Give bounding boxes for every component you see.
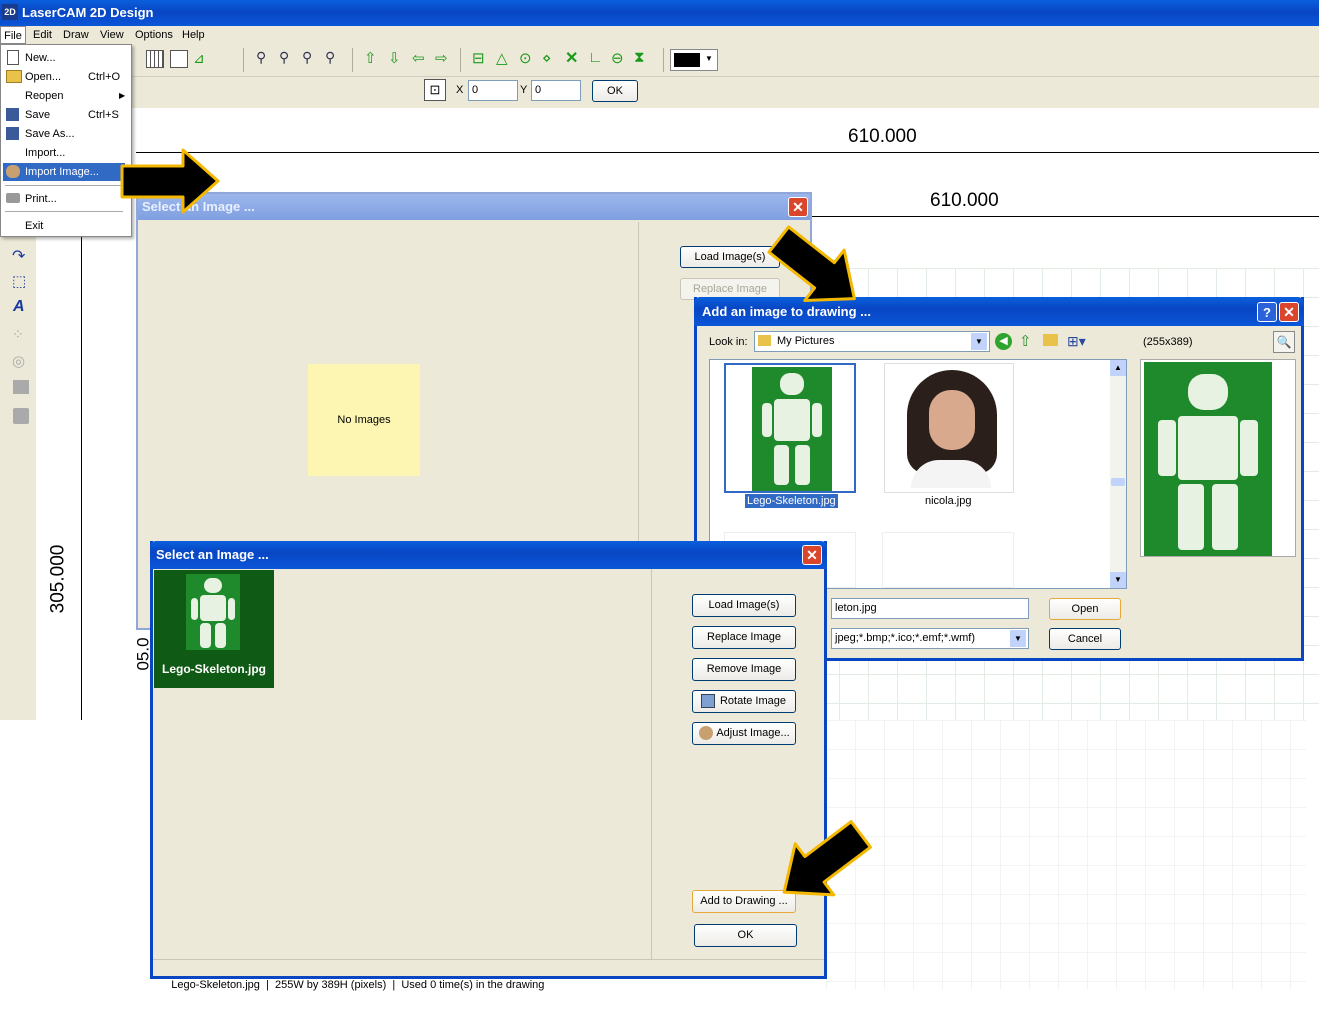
arrow-to-add-dialog [767, 225, 856, 303]
annotation-arrows [120, 148, 872, 897]
arrow-to-select-dialog [120, 148, 220, 214]
arrow-to-add-to-drawing [782, 820, 872, 897]
